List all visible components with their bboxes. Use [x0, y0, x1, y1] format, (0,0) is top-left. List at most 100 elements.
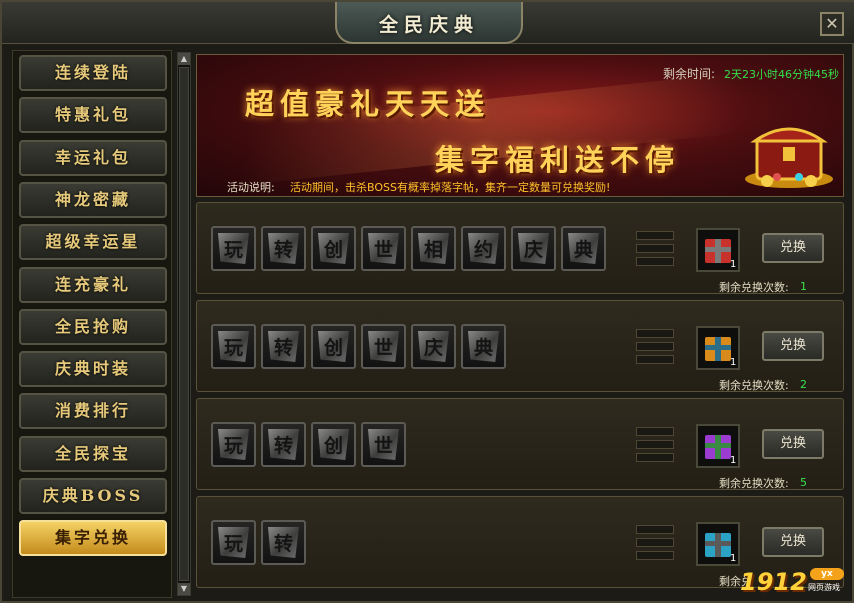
remaining-exchanges-value: 1 — [800, 280, 807, 293]
site-logo: 1912 yx 网页游戏 — [740, 568, 846, 598]
character-tile[interactable]: 约 — [461, 226, 506, 271]
sidebar: 连续登陆特惠礼包幸运礼包神龙密藏超级幸运星连充豪礼全民抢购庆典时装消费排行全民探… — [12, 50, 172, 598]
character-label: 世 — [373, 337, 393, 359]
exchange-row: 玩 转 创 世 庆 典 1 兑换 剩余兑换次数: 2 — [196, 300, 844, 392]
character-label: 世 — [373, 435, 393, 457]
sidebar-item[interactable]: 连续登陆 — [19, 55, 167, 91]
character-tile[interactable]: 典 — [461, 324, 506, 369]
character-tile[interactable]: 玩 — [211, 520, 256, 565]
title-bar: 全民庆典 ✕ — [2, 2, 854, 44]
slot-divider — [636, 342, 674, 351]
logo-subtitle: 网页游戏 — [808, 583, 840, 592]
character-tile[interactable]: 世 — [361, 226, 406, 271]
character-label: 典 — [573, 239, 593, 261]
slot-divider — [636, 427, 674, 436]
event-description-text: 活动期间，击杀BOSS有概率掉落字帖，集齐一定数量可兑换奖励! — [290, 181, 611, 194]
banner-headline-2: 集字福利送不停 — [435, 143, 681, 177]
logo-text: 1912 — [740, 568, 807, 596]
character-label: 玩 — [223, 239, 243, 261]
sidebar-item[interactable]: 全民抢购 — [19, 308, 167, 345]
remaining-time-label: 剩余时间: — [663, 67, 716, 81]
character-label: 玩 — [223, 337, 243, 359]
sidebar-item[interactable]: 庆典BOSS — [19, 478, 167, 514]
slot-divider — [636, 453, 674, 462]
sidebar-item[interactable]: 连充豪礼 — [19, 266, 167, 303]
exchange-button[interactable]: 兑换 — [762, 429, 824, 459]
character-tile[interactable]: 典 — [561, 226, 606, 271]
reward-gift-slot[interactable]: 1 — [696, 424, 740, 468]
character-tile[interactable]: 玩 — [211, 226, 256, 271]
character-tile[interactable]: 创 — [311, 324, 356, 369]
character-tile[interactable]: 转 — [261, 226, 306, 271]
character-tile[interactable]: 世 — [361, 422, 406, 467]
sidebar-item[interactable]: 集字兑换 — [19, 520, 167, 557]
scroll-thumb[interactable] — [179, 67, 189, 581]
gift-count: 1 — [730, 357, 737, 368]
exchange-button[interactable]: 兑换 — [762, 527, 824, 557]
sidebar-item[interactable]: 神龙密藏 — [19, 181, 167, 218]
character-tile[interactable]: 转 — [261, 324, 306, 369]
slot-divider — [636, 355, 674, 364]
gift-box-icon — [705, 239, 731, 263]
banner-headline-1: 超值豪礼天天送 — [245, 87, 491, 121]
character-label: 玩 — [223, 435, 243, 457]
character-tile[interactable]: 转 — [261, 520, 306, 565]
scroll-down-icon[interactable]: ▼ — [178, 583, 190, 595]
gift-ribbon — [705, 541, 731, 546]
gift-box-icon — [705, 435, 731, 459]
character-label: 约 — [473, 239, 493, 261]
sidebar-item[interactable]: 全民探宝 — [19, 435, 167, 472]
gift-ribbon — [705, 443, 731, 448]
slot-divider — [636, 538, 674, 547]
character-label: 玩 — [223, 533, 243, 555]
character-tile[interactable]: 相 — [411, 226, 456, 271]
character-tile[interactable]: 庆 — [411, 324, 456, 369]
reward-gift-slot[interactable]: 1 — [696, 228, 740, 272]
remaining-exchanges-value: 5 — [800, 476, 807, 489]
character-label: 创 — [323, 337, 343, 359]
gift-box-icon — [705, 337, 731, 361]
gift-box-icon — [705, 533, 731, 557]
exchange-button[interactable]: 兑换 — [762, 233, 824, 263]
exchange-button[interactable]: 兑换 — [762, 331, 824, 361]
sidebar-item[interactable]: 超级幸运星 — [19, 224, 167, 261]
character-tile[interactable]: 创 — [311, 226, 356, 271]
reward-gift-slot[interactable]: 1 — [696, 522, 740, 566]
character-tile[interactable]: 玩 — [211, 324, 256, 369]
character-tile[interactable]: 转 — [261, 422, 306, 467]
close-button[interactable]: ✕ — [820, 12, 844, 36]
character-tile[interactable]: 创 — [311, 422, 356, 467]
event-description-label: 活动说明: — [227, 181, 275, 194]
sidebar-item[interactable]: 特惠礼包 — [19, 97, 167, 134]
slot-divider — [636, 231, 674, 240]
character-tile[interactable]: 世 — [361, 324, 406, 369]
slot-divider — [636, 525, 674, 534]
logo-badge: yx — [810, 568, 844, 580]
sidebar-item[interactable]: 幸运礼包 — [19, 139, 167, 176]
gift-count: 1 — [730, 553, 737, 564]
sidebar-item[interactable]: 消费排行 — [19, 393, 167, 430]
character-label: 世 — [373, 239, 393, 261]
remaining-exchanges-label: 剩余兑换次数: — [719, 379, 789, 392]
character-label: 相 — [423, 239, 443, 261]
gift-count: 1 — [730, 259, 737, 270]
character-label: 创 — [323, 435, 343, 457]
character-label: 转 — [273, 435, 293, 457]
character-tile[interactable]: 庆 — [511, 226, 556, 271]
gift-ribbon — [705, 345, 731, 350]
remaining-exchanges-label: 剩余兑换次数: — [719, 477, 789, 490]
slot-divider — [636, 244, 674, 253]
sidebar-scrollbar[interactable]: ▲ ▼ — [177, 52, 191, 596]
scroll-up-icon[interactable]: ▲ — [178, 53, 190, 65]
character-label: 庆 — [523, 239, 543, 261]
treasure-chest-icon — [745, 127, 833, 188]
remaining-time-value: 2天23小时46分钟45秒 — [724, 68, 839, 81]
sidebar-item[interactable]: 庆典时装 — [19, 351, 167, 388]
character-tile[interactable]: 玩 — [211, 422, 256, 467]
gift-count: 1 — [730, 455, 737, 466]
gift-ribbon — [705, 247, 731, 252]
remaining-exchanges-label: 剩余兑换次数: — [719, 281, 789, 294]
reward-gift-slot[interactable]: 1 — [696, 326, 740, 370]
exchange-row: 玩 转 创 世 1 兑换剩余兑换次数: 5 — [196, 398, 844, 490]
slot-divider — [636, 329, 674, 338]
